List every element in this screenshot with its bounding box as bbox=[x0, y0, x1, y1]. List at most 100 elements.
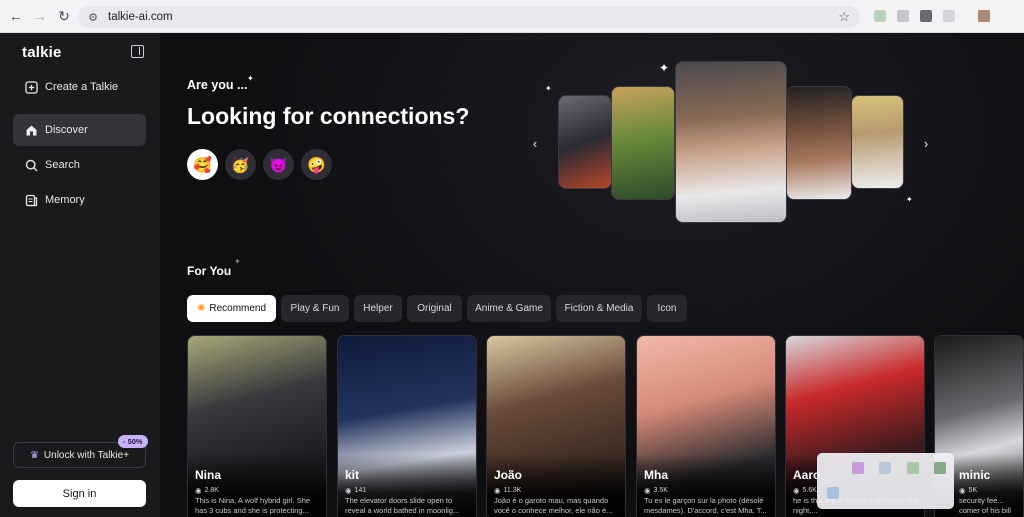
mood-emoji: 🥳 bbox=[231, 156, 250, 174]
extension-icon[interactable] bbox=[920, 10, 932, 22]
card-views: ◉ 5K bbox=[959, 486, 978, 495]
sparkle-icon: ✦ bbox=[247, 74, 254, 83]
browser-toolbar: ← → ↻ ⚙ talkie-ai.com ☆ bbox=[0, 0, 1024, 33]
forward-icon[interactable]: → bbox=[30, 6, 50, 26]
tab-anime-game[interactable]: Anime & Game bbox=[467, 295, 551, 322]
mood-emoji: 🥰 bbox=[193, 156, 212, 174]
blurred-icon bbox=[879, 462, 891, 474]
card-name: João bbox=[494, 468, 523, 482]
carousel-portrait[interactable] bbox=[851, 95, 904, 189]
card-description: The elevator doors slide open to reveal … bbox=[345, 496, 460, 515]
carousel-portrait-featured[interactable] bbox=[675, 61, 787, 223]
card-views: ◉ 3.5K bbox=[644, 486, 668, 495]
tab-label: Anime & Game bbox=[475, 303, 543, 314]
card-name: kit bbox=[345, 468, 360, 482]
tab-fiction-media[interactable]: Fiction & Media bbox=[556, 295, 642, 322]
for-you-title: For You bbox=[187, 264, 232, 278]
card-views: ◉ 141 bbox=[345, 486, 367, 495]
profile-avatar[interactable] bbox=[978, 10, 990, 22]
card-description: This is Nina, A wolf hybrid girl. She ha… bbox=[195, 496, 311, 515]
card-views: ◉ 2.8K bbox=[195, 486, 219, 495]
sun-icon: ✺ bbox=[196, 303, 206, 314]
obscured-popup bbox=[817, 453, 954, 509]
eye-icon: ◉ bbox=[195, 486, 202, 495]
tab-label: Helper bbox=[363, 303, 393, 314]
memory-icon bbox=[24, 193, 38, 207]
extension-icon[interactable] bbox=[943, 10, 955, 22]
collapse-sidebar-icon[interactable] bbox=[131, 45, 144, 58]
carousel-portrait[interactable] bbox=[611, 86, 675, 200]
sidebar-item-create[interactable]: Create a Talkie bbox=[13, 71, 146, 103]
extension-icon[interactable] bbox=[897, 10, 909, 22]
blurred-icon bbox=[852, 462, 864, 474]
sidebar-item-label: Search bbox=[45, 159, 80, 171]
eye-icon: ◉ bbox=[494, 486, 501, 495]
mood-emoji: 😈 bbox=[269, 156, 288, 174]
sidebar-item-label: Create a Talkie bbox=[45, 81, 119, 93]
character-card[interactable]: Mha ◉ 3.5K Tu es le garçon sur la photo (… bbox=[636, 335, 776, 517]
back-icon[interactable]: ← bbox=[6, 6, 26, 26]
tab-label: Play & Fun bbox=[290, 303, 340, 314]
mood-button-crazy[interactable]: 🤪 bbox=[301, 149, 332, 180]
sidebar-item-search[interactable]: Search bbox=[13, 149, 146, 181]
tab-label: Original bbox=[417, 303, 452, 314]
tab-original[interactable]: Original bbox=[407, 295, 462, 322]
sidebar-item-label: Discover bbox=[45, 124, 88, 136]
eye-icon: ◉ bbox=[644, 486, 651, 495]
mood-button-party[interactable]: 🥳 bbox=[225, 149, 256, 180]
carousel-portrait[interactable] bbox=[786, 86, 852, 200]
discount-badge: - 50% bbox=[118, 435, 148, 448]
carousel-portrait[interactable] bbox=[558, 95, 612, 189]
plus-square-icon bbox=[24, 80, 38, 94]
hero-eyebrow: Are you ... bbox=[187, 78, 248, 92]
reload-icon[interactable]: ↻ bbox=[54, 6, 74, 26]
site-info-icon[interactable]: ⚙ bbox=[86, 10, 100, 24]
home-icon bbox=[24, 123, 38, 137]
tab-label: Icon bbox=[657, 303, 677, 314]
blurred-icon bbox=[907, 462, 919, 474]
eye-icon: ◉ bbox=[959, 486, 966, 495]
tab-helper[interactable]: Helper bbox=[354, 295, 402, 322]
url-text: talkie-ai.com bbox=[108, 11, 173, 23]
eye-icon: ◉ bbox=[345, 486, 352, 495]
carousel-next-icon[interactable]: › bbox=[917, 134, 935, 152]
main-content: Are you ... ✦ Looking for connections? 🥰… bbox=[160, 33, 1024, 517]
search-icon bbox=[24, 158, 38, 172]
sidebar-item-memory[interactable]: Memory bbox=[13, 184, 146, 216]
sparkle-icon: ✦ bbox=[234, 257, 241, 266]
card-description: João é o garoto mau, mas quando você o c… bbox=[494, 496, 613, 515]
character-card[interactable]: Nina ◉ 2.8K This is Nina, A wolf hybrid g… bbox=[187, 335, 327, 517]
tab-label: Fiction & Media bbox=[564, 303, 634, 314]
tab-recommend[interactable]: ✺ Recommend bbox=[187, 295, 276, 322]
carousel-prev-icon[interactable]: ‹ bbox=[526, 134, 544, 152]
card-description: Tu es le garçon sur la photo (désolé mes… bbox=[644, 496, 767, 515]
extension-icon[interactable] bbox=[874, 10, 886, 22]
tab-icon[interactable]: Icon bbox=[647, 295, 687, 322]
character-card[interactable]: João ◉ 11.3K João é o garoto mau, mas qua… bbox=[486, 335, 626, 517]
blurred-icon bbox=[827, 487, 839, 499]
card-name: Mha bbox=[644, 468, 668, 482]
sidebar-item-discover[interactable]: Discover bbox=[13, 114, 146, 146]
sparkle-icon: ✦ bbox=[906, 195, 913, 204]
crown-icon: ♛ bbox=[29, 449, 39, 461]
unlock-label: Unlock with Talkie+ bbox=[43, 449, 130, 461]
sign-in-button[interactable]: Sign in bbox=[13, 480, 146, 507]
tab-play-fun[interactable]: Play & Fun bbox=[281, 295, 349, 322]
mood-button-devil[interactable]: 😈 bbox=[263, 149, 294, 180]
character-card[interactable]: kit ◉ 141 The elevator doors slide open t… bbox=[337, 335, 477, 517]
card-name: Nina bbox=[195, 468, 222, 482]
eye-icon: ◉ bbox=[793, 486, 800, 495]
mood-button-love[interactable]: 🥰 bbox=[187, 149, 218, 180]
sidebar: talkie Create a Talkie Discover Search M… bbox=[0, 33, 160, 517]
bookmark-star-icon[interactable]: ☆ bbox=[838, 9, 850, 25]
hero-headline: Looking for connections? bbox=[187, 103, 470, 129]
tab-label: Recommend bbox=[209, 303, 267, 314]
card-name: minic bbox=[959, 468, 991, 482]
talkie-logo[interactable]: talkie bbox=[22, 44, 62, 61]
address-bar[interactable]: ⚙ talkie-ai.com ☆ bbox=[78, 6, 860, 28]
sparkle-icon: ✦ bbox=[659, 61, 670, 75]
card-views: ◉ 5.6K bbox=[793, 486, 817, 495]
blurred-icon bbox=[934, 462, 946, 474]
sidebar-item-label: Memory bbox=[45, 194, 85, 206]
card-views: ◉ 11.3K bbox=[494, 486, 522, 495]
